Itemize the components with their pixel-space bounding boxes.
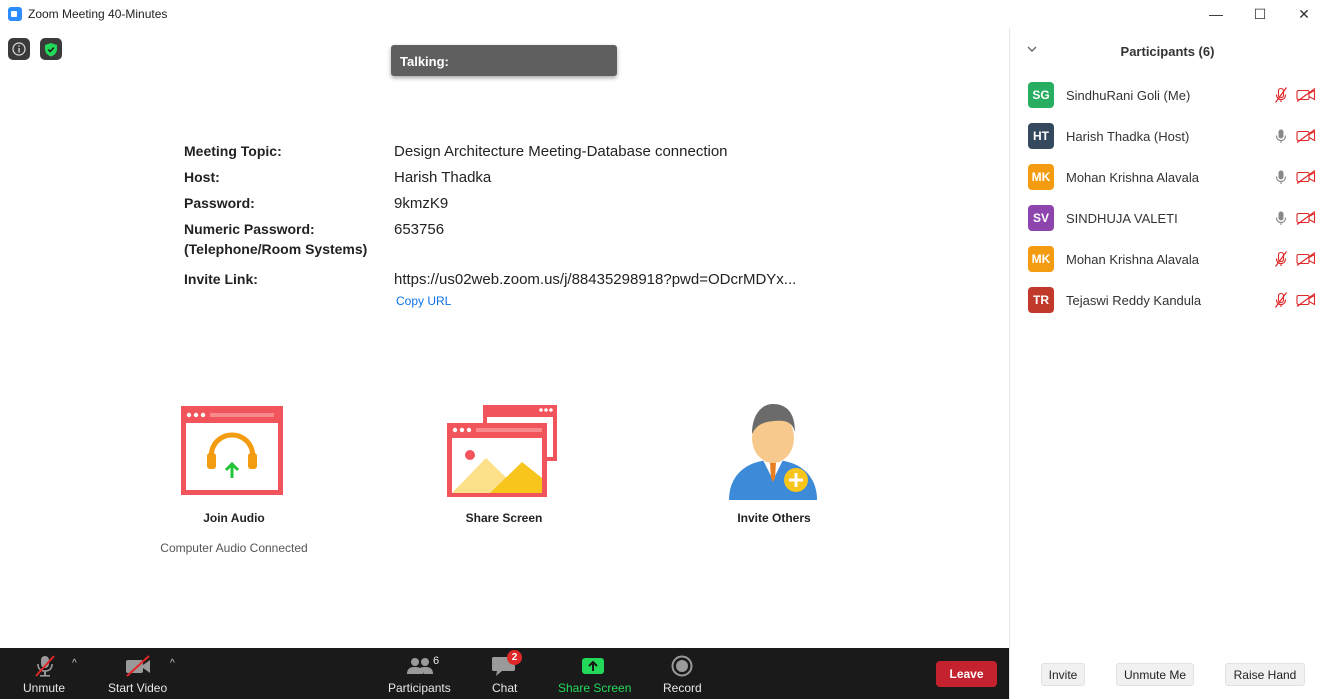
- encryption-shield-icon[interactable]: [40, 38, 62, 60]
- numeric-password-value: 653756: [394, 221, 445, 238]
- mic-muted-icon[interactable]: [1273, 251, 1289, 267]
- avatar: MK: [1028, 246, 1054, 272]
- join-audio-button[interactable]: [180, 405, 286, 498]
- share-screen-tile-label: Share Screen: [465, 511, 543, 525]
- audio-options-caret-icon[interactable]: ^: [72, 658, 77, 669]
- join-audio-label: Join Audio: [203, 511, 265, 525]
- password-value: 9kmzK9: [394, 195, 449, 212]
- participant-row[interactable]: SV SINDHUJA VALETI: [1010, 205, 1325, 246]
- chat-unread-badge: 2: [507, 650, 522, 665]
- participants-count: 6: [433, 655, 440, 667]
- participant-row[interactable]: TR Tejaswi Reddy Kandula: [1010, 287, 1325, 328]
- copy-url-link[interactable]: Copy URL: [396, 294, 451, 308]
- mic-icon[interactable]: [1273, 210, 1289, 226]
- mic-muted-icon: [35, 655, 55, 677]
- participant-name: Tejaswi Reddy Kandula: [1066, 293, 1202, 308]
- record-icon: [671, 655, 693, 677]
- video-off-icon: [126, 655, 150, 677]
- maximize-button[interactable]: ☐: [1238, 0, 1282, 28]
- video-off-icon[interactable]: [1296, 88, 1316, 102]
- avatar: HT: [1028, 123, 1054, 149]
- video-off-icon[interactable]: [1296, 293, 1316, 307]
- mic-icon[interactable]: [1273, 128, 1289, 144]
- video-off-icon[interactable]: [1296, 211, 1316, 225]
- invite-button[interactable]: Invite: [1041, 663, 1085, 686]
- meeting-info-icon[interactable]: [8, 38, 30, 60]
- start-video-button[interactable]: Start Video: [104, 648, 174, 699]
- leave-button[interactable]: Leave: [936, 661, 997, 687]
- video-off-icon[interactable]: [1296, 252, 1316, 266]
- avatar: SG: [1028, 82, 1054, 108]
- invite-link-value: https://us02web.zoom.us/j/88435298918?pw…: [394, 271, 797, 288]
- video-off-icon[interactable]: [1296, 170, 1316, 184]
- share-screen-label: Share Screen: [558, 681, 632, 695]
- minimize-button[interactable]: —: [1194, 0, 1238, 28]
- participant-row[interactable]: SG SindhuRani Goli (Me): [1010, 82, 1325, 123]
- avatar: TR: [1028, 287, 1054, 313]
- unmute-button[interactable]: Unmute: [18, 648, 72, 699]
- meeting-topic-label: Meeting Topic:: [184, 143, 282, 159]
- avatar: SV: [1028, 205, 1054, 231]
- participant-name: SindhuRani Goli (Me): [1066, 88, 1191, 103]
- talking-indicator: Talking:: [391, 45, 617, 76]
- window-title: Zoom Meeting 40-Minutes: [28, 7, 168, 21]
- participant-row[interactable]: MK Mohan Krishna Alavala: [1010, 164, 1325, 205]
- title-bar: Zoom Meeting 40-Minutes — ☐ ✕: [0, 0, 1325, 28]
- host-value: Harish Thadka: [394, 169, 492, 186]
- video-options-caret-icon[interactable]: ^: [170, 658, 175, 669]
- share-screen-tile-button[interactable]: [446, 404, 560, 500]
- record-button[interactable]: Record: [660, 648, 704, 699]
- participants-button[interactable]: 6 Participants: [386, 648, 452, 699]
- close-button[interactable]: ✕: [1282, 0, 1325, 28]
- chat-label: Chat: [492, 681, 518, 695]
- participant-name: SINDHUJA VALETI: [1066, 211, 1178, 226]
- mic-icon[interactable]: [1273, 169, 1289, 185]
- computer-audio-status: Computer Audio Connected: [160, 541, 308, 555]
- invite-others-icon: [729, 404, 817, 500]
- participant-name: Mohan Krishna Alavala: [1066, 170, 1199, 185]
- participant-name: Mohan Krishna Alavala: [1066, 252, 1199, 267]
- zoom-app-icon: [8, 7, 22, 21]
- invite-others-button[interactable]: [726, 400, 820, 504]
- mic-muted-icon[interactable]: [1273, 292, 1289, 308]
- password-label: Password:: [184, 195, 255, 211]
- record-label: Record: [663, 681, 702, 695]
- participants-icon: [407, 658, 433, 674]
- meeting-toolbar: Unmute ^ Start Video ^ 6 Participants 2 …: [0, 648, 1009, 699]
- unmute-me-button[interactable]: Unmute Me: [1116, 663, 1194, 686]
- participant-name: Harish Thadka (Host): [1066, 129, 1190, 144]
- mic-muted-icon[interactable]: [1273, 87, 1289, 103]
- invite-link-label: Invite Link:: [184, 271, 258, 287]
- join-audio-icon: [181, 406, 283, 495]
- participants-label: Participants: [388, 681, 451, 695]
- numeric-password-sublabel: (Telephone/Room Systems): [184, 241, 368, 257]
- avatar: MK: [1028, 164, 1054, 190]
- host-label: Host:: [184, 169, 220, 185]
- share-screen-icon: [582, 658, 604, 674]
- raise-hand-button[interactable]: Raise Hand: [1225, 663, 1305, 686]
- unmute-label: Unmute: [23, 681, 66, 695]
- start-video-label: Start Video: [108, 681, 168, 695]
- share-screen-tile-icon: [447, 405, 557, 497]
- invite-others-label: Invite Others: [737, 511, 811, 525]
- share-screen-button[interactable]: Share Screen: [556, 648, 632, 699]
- participant-row[interactable]: MK Mohan Krishna Alavala: [1010, 246, 1325, 287]
- participant-row[interactable]: HT Harish Thadka (Host): [1010, 123, 1325, 164]
- numeric-password-label: Numeric Password:: [184, 221, 315, 237]
- video-off-icon[interactable]: [1296, 129, 1316, 143]
- meeting-topic-value: Design Architecture Meeting-Database con…: [394, 143, 728, 160]
- participants-panel-title: Participants (6): [1120, 44, 1215, 59]
- chat-button[interactable]: 2 Chat: [486, 648, 526, 699]
